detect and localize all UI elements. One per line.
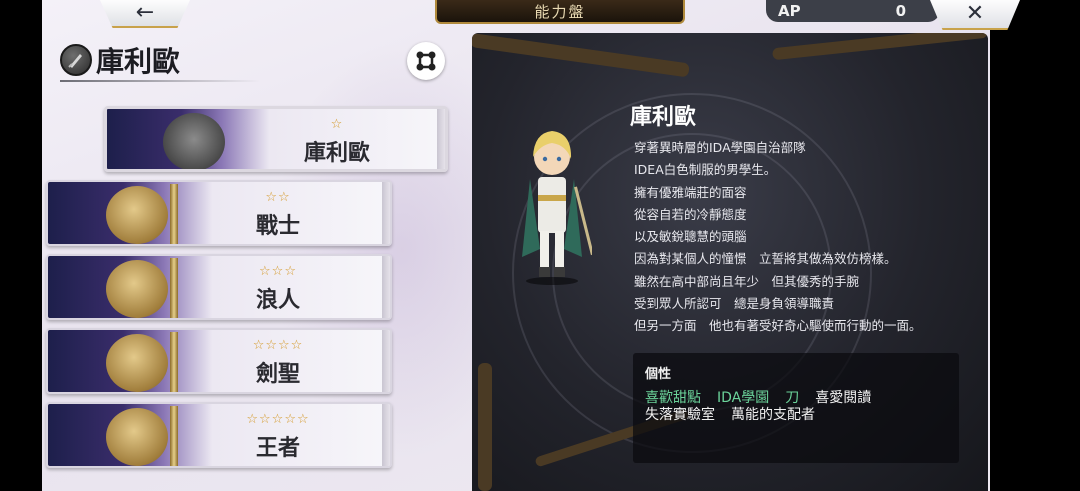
description-line: 因為對某個人的憧憬 立誓將其做為效仿榜樣。	[634, 251, 897, 267]
job-stars: ☆☆☆☆☆	[246, 412, 310, 427]
sword-decoration-icon	[170, 184, 178, 244]
job-card-sword-saint[interactable]: ☆☆☆☆ 劍聖	[46, 328, 392, 394]
job-stars: ☆☆☆☆	[252, 338, 304, 353]
traits-box: 個性 喜歡甜點 IDA學園刀喜愛閱讀 失落實驗室 萬能的支配者	[633, 353, 959, 463]
character-info-panel: 庫利歐 穿著異時層的IDA學園自治部隊 IDEA白色制服的男學生。 擁有優雅端莊…	[472, 33, 988, 491]
trait-tag: 失落實驗室	[645, 407, 715, 423]
job-name: 戰士	[255, 213, 300, 239]
character-sprite	[522, 131, 592, 285]
job-name: 浪人	[255, 287, 300, 313]
trait-tag: 喜愛閱讀	[815, 390, 872, 406]
warrior-portrait-icon	[106, 186, 168, 244]
trait-tag: IDA學園	[717, 390, 770, 406]
traits-row: 喜歡甜點 IDA學園刀喜愛閱讀	[645, 390, 947, 407]
trait-tag: 喜歡甜點	[645, 390, 701, 406]
description-line: 但另一方面 他也有著受好奇心驅使而行動的一面。	[634, 318, 922, 334]
arrow-left-icon: ←	[135, 0, 155, 25]
back-button[interactable]: ←	[100, 0, 190, 28]
description-line: IDEA白色制服的男學生。	[634, 162, 777, 178]
sword-decoration-icon	[170, 332, 178, 392]
description-line: 以及敏銳聰慧的頭腦	[634, 229, 747, 245]
trait-tag: 刀	[785, 390, 800, 406]
right-letterbox	[990, 0, 1080, 491]
job-card-warrior[interactable]: ☆☆ 戰士	[46, 180, 392, 246]
screen-title: 能力盤	[534, 2, 586, 21]
expand-nodes-button[interactable]	[407, 42, 445, 80]
sword-badge-icon	[60, 44, 92, 76]
description-line: 穿著異時層的IDA學園自治部隊	[634, 140, 806, 155]
king-portrait-icon	[106, 408, 168, 466]
trait-tag: 萬能的支配者	[731, 407, 815, 423]
job-name: 庫利歐	[303, 140, 370, 166]
sword-decoration-icon	[170, 406, 178, 466]
job-stars: ☆☆☆	[259, 264, 297, 279]
close-icon: ✕	[965, 1, 985, 26]
character-name: 庫利歐	[96, 45, 181, 78]
character-description: 穿著異時層的IDA學園自治部隊 IDEA白色制服的男學生。 擁有優雅端莊的面容 …	[634, 137, 974, 338]
traits-title: 個性	[645, 367, 672, 382]
ap-counter: AP 0	[766, 0, 940, 22]
sword-decoration-icon	[170, 258, 178, 318]
job-card-ronin[interactable]: ☆☆☆ 浪人	[46, 254, 392, 320]
ronin-portrait-icon	[106, 260, 168, 318]
job-card-king[interactable]: ☆☆☆☆☆ 王者	[46, 402, 392, 468]
description-line: 雖然在高中部尚且年少 但其優秀的手腕	[634, 273, 860, 289]
decorative-branch	[478, 363, 492, 491]
description-line: 擁有優雅端莊的面容	[634, 184, 747, 200]
header-divider	[60, 80, 260, 82]
job-card-base[interactable]: ☆ 庫利歐	[104, 106, 448, 172]
hooded-portrait-icon	[163, 113, 225, 169]
title-plate: 能力盤	[435, 0, 685, 24]
decorative-branch	[771, 33, 988, 61]
description-line: 受到眾人所認可 總是身負領導職責	[634, 296, 835, 312]
ap-value: 0	[895, 2, 906, 20]
decorative-branch	[472, 33, 690, 78]
job-stars: ☆	[330, 117, 344, 132]
traits-row: 失落實驗室 萬能的支配者	[645, 407, 947, 424]
character-header: 庫利歐	[60, 40, 180, 80]
sword-saint-portrait-icon	[106, 334, 168, 392]
description-line: 從容自若的冷靜態度	[634, 206, 747, 222]
screen: ← 能力盤 AP 0 ✕ 庫利歐 ☆ 庫利歐 ☆☆ 戰士 ☆☆☆ 浪人 ☆☆☆☆…	[0, 0, 1080, 491]
ap-label: AP	[778, 2, 801, 20]
job-name: 王者	[255, 435, 300, 461]
expand-nodes-icon	[416, 51, 436, 71]
close-button[interactable]: ✕	[930, 0, 1020, 30]
job-stars: ☆☆	[265, 190, 291, 205]
job-name: 劍聖	[255, 361, 300, 387]
info-character-name: 庫利歐	[630, 104, 697, 130]
